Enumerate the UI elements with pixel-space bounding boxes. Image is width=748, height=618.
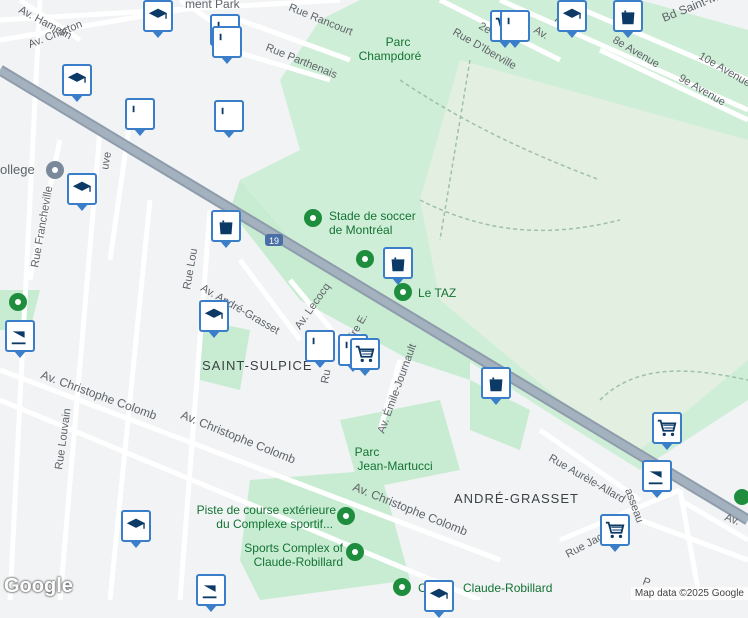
graduation-cap-icon bbox=[203, 305, 225, 327]
park-champdore-line1: Parc bbox=[386, 35, 411, 49]
poi-piste[interactable]: Piste de course extérieure du Complexe s… bbox=[197, 503, 355, 531]
marker-school[interactable] bbox=[67, 173, 97, 205]
poi-sports-line1: Sports Complex of bbox=[244, 541, 343, 555]
poi-right-edge[interactable] bbox=[734, 489, 748, 505]
poi-piste-line2: du Complexe sportif... bbox=[216, 517, 333, 531]
park-martucci-line1: Parc bbox=[355, 445, 380, 459]
marker-restaurant[interactable] bbox=[305, 330, 335, 362]
graduation-cap-icon bbox=[147, 5, 169, 27]
marker-school[interactable] bbox=[121, 510, 151, 542]
coffee-cup-icon bbox=[646, 465, 668, 487]
street-ollege: ollege bbox=[0, 162, 35, 177]
map-canvas[interactable]: 19 Av. Hamelin Av. Charton Rue Rancourt … bbox=[0, 0, 748, 600]
marker-restaurant[interactable] bbox=[212, 26, 242, 58]
poi-stade-line2: de Montréal bbox=[329, 223, 392, 237]
marker-shopping[interactable] bbox=[481, 367, 511, 399]
fork-knife-icon bbox=[129, 103, 151, 125]
shopping-bag-icon bbox=[215, 215, 237, 237]
poi-taz-label: Le TAZ bbox=[418, 286, 456, 300]
poi-left-green[interactable] bbox=[9, 293, 27, 311]
street-lou: Rue Lou bbox=[181, 247, 200, 290]
poi-taz[interactable]: Le TAZ bbox=[394, 283, 456, 301]
marker-shopping[interactable] bbox=[613, 0, 643, 32]
park-martucci-line2: Jean-Martucci bbox=[357, 459, 432, 473]
hwy-19-shield: 19 bbox=[269, 236, 279, 246]
marker-cafe[interactable] bbox=[196, 574, 226, 606]
shopping-cart-icon bbox=[656, 417, 678, 439]
marker-school[interactable] bbox=[199, 300, 229, 332]
marker-school[interactable] bbox=[424, 580, 454, 612]
street-colomb-1: Av. Christophe Colomb bbox=[39, 368, 159, 423]
coffee-cup-icon bbox=[9, 325, 31, 347]
fork-knife-icon bbox=[309, 335, 331, 357]
park-champdore-line2: Champdoré bbox=[359, 49, 422, 63]
graduation-cap-icon bbox=[125, 515, 147, 537]
poi-robillard-label: Claude-Robillard bbox=[463, 581, 552, 595]
fork-knife-icon bbox=[218, 105, 240, 127]
street-francheville: Rue Francheville bbox=[29, 185, 55, 268]
marker-shopping[interactable] bbox=[383, 247, 413, 279]
shopping-cart-icon bbox=[604, 519, 626, 541]
coffee-cup-icon bbox=[200, 579, 222, 601]
marker-restaurant[interactable] bbox=[125, 98, 155, 130]
graduation-cap-icon bbox=[66, 69, 88, 91]
poi-piste-line1: Piste de course extérieure bbox=[197, 503, 337, 517]
hood-andre-grasset: ANDRÉ-GRASSET bbox=[454, 491, 579, 506]
poi-robillard[interactable]: C Claude-Robillard bbox=[393, 578, 552, 596]
poi-college-dot[interactable] bbox=[46, 161, 64, 179]
map-attribution[interactable]: Map data ©2025 Google bbox=[631, 587, 748, 600]
hood-saint-sulpice: SAINT-SULPICE bbox=[202, 358, 313, 373]
marker-school[interactable] bbox=[557, 0, 587, 32]
poi-stade-line1: Stade de soccer bbox=[329, 209, 416, 223]
marker-shopping[interactable] bbox=[211, 210, 241, 242]
fork-knife-icon bbox=[504, 15, 526, 37]
street-uve: uve bbox=[99, 151, 114, 171]
fork-knife-icon bbox=[216, 31, 238, 53]
marker-school[interactable] bbox=[62, 64, 92, 96]
graduation-cap-icon bbox=[428, 585, 450, 607]
poi-sports-line2: Claude-Robillard bbox=[254, 555, 343, 569]
google-logo: Google bbox=[4, 575, 73, 598]
marker-grocery[interactable] bbox=[350, 338, 380, 370]
street-ru: Ru bbox=[319, 369, 333, 385]
marker-school[interactable] bbox=[143, 0, 173, 32]
marker-grocery[interactable] bbox=[652, 412, 682, 444]
shopping-cart-icon bbox=[354, 343, 376, 365]
shopping-bag-icon bbox=[485, 372, 507, 394]
poi-green-dot[interactable] bbox=[356, 250, 374, 268]
marker-cafe[interactable] bbox=[5, 320, 35, 352]
street-colomb-2: Av. Christophe Colomb bbox=[179, 408, 298, 467]
graduation-cap-icon bbox=[561, 5, 583, 27]
marker-restaurant[interactable] bbox=[500, 10, 530, 42]
marker-cafe[interactable] bbox=[642, 460, 672, 492]
marker-restaurant[interactable] bbox=[214, 100, 244, 132]
shopping-bag-icon bbox=[387, 252, 409, 274]
top-park-label: ment Park bbox=[185, 0, 241, 11]
shopping-bag-icon bbox=[617, 5, 639, 27]
marker-grocery[interactable] bbox=[600, 514, 630, 546]
graduation-cap-icon bbox=[71, 178, 93, 200]
